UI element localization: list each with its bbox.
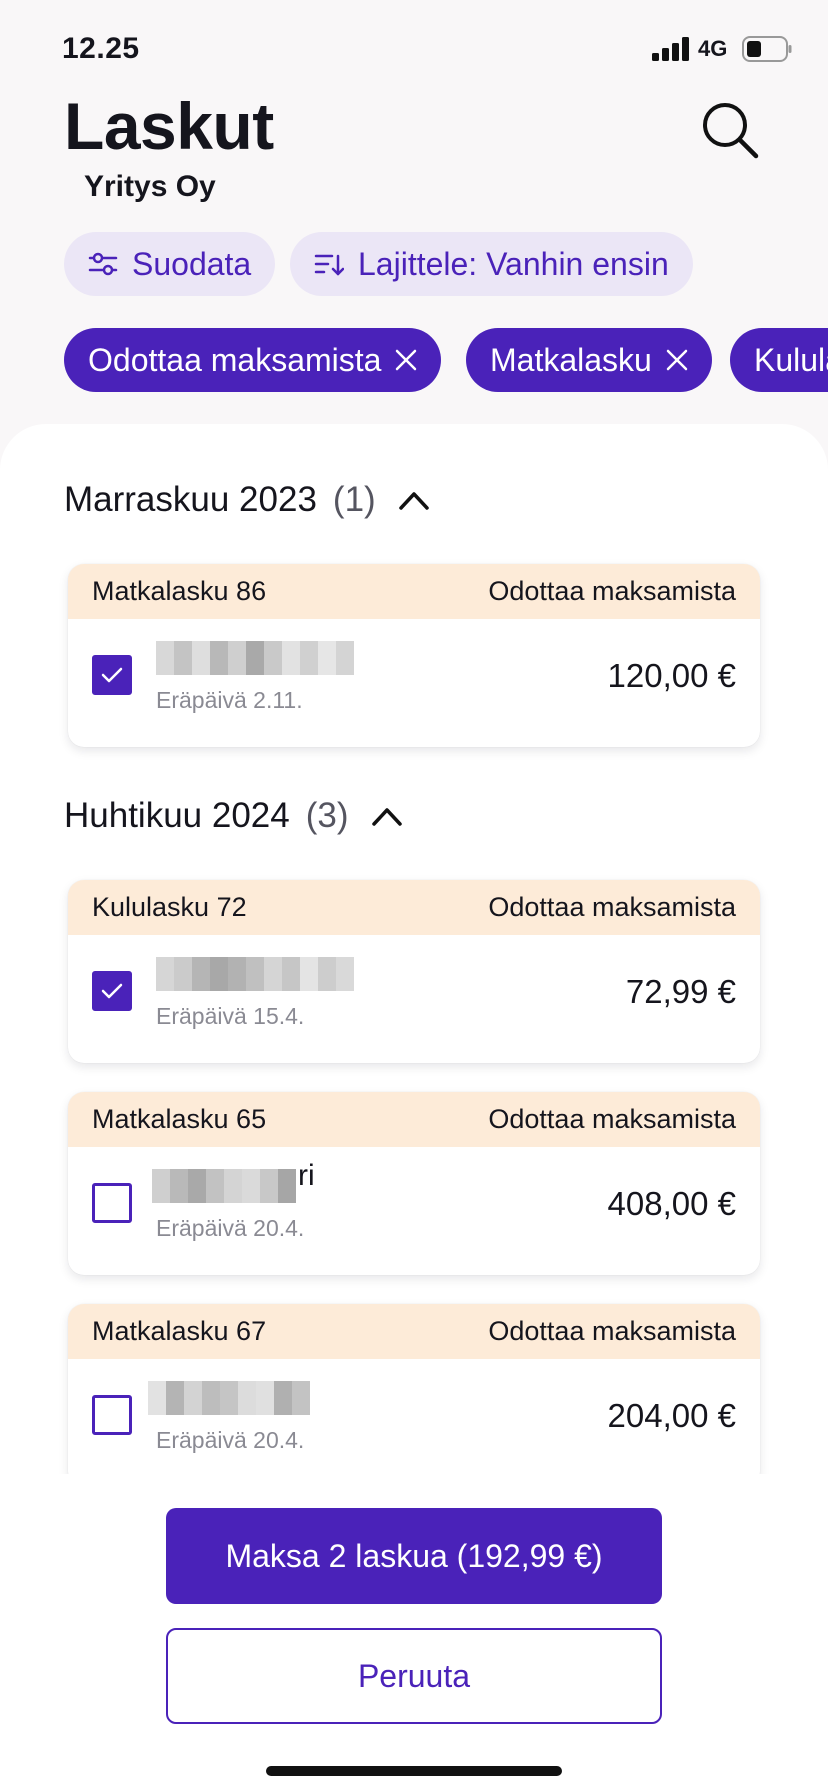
pay-button[interactable]: Maksa 2 laskua (192,99 €) [166,1508,662,1604]
redacted-name [148,1381,310,1415]
invoice-card[interactable]: Matkalasku 65 Odottaa maksamista ri Eräp… [68,1092,760,1275]
close-icon[interactable] [395,349,417,371]
invoice-card[interactable]: Kululasku 72 Odottaa maksamista Eräpäivä… [68,880,760,1063]
bottom-action-bar: Maksa 2 laskua (192,99 €) Peruuta [0,1474,828,1792]
invoice-title: Matkalasku 86 [92,576,267,606]
invoice-card-body: Eräpäivä 20.4. 204,00 € [68,1359,760,1487]
network-type: 4G [698,36,728,61]
sliders-icon [88,252,118,276]
month-group-header[interactable]: Huhtikuu 2024 (3) [64,796,403,836]
invoice-title: Matkalasku 65 [92,1104,267,1134]
chevron-up-icon [398,492,429,510]
battery-icon [742,36,792,62]
month-group-header[interactable]: Marraskuu 2023 (1) [64,480,430,520]
invoice-status: Odottaa maksamista [488,1104,736,1134]
chip-type-travel[interactable]: Matkalasku [466,328,712,392]
invoice-status: Odottaa maksamista [488,576,736,606]
invoice-due-date: Eräpäivä 2.11. [156,687,303,713]
invoice-card-body: ri Eräpäivä 20.4. 408,00 € [68,1147,760,1275]
invoice-checkbox[interactable] [92,1183,132,1223]
filter-label: Suodata [132,245,252,282]
chip-label: Kulula [754,341,828,378]
invoice-status: Odottaa maksamista [488,1316,736,1346]
status-time: 12.25 [62,32,140,65]
invoice-due-date: Eräpäivä 15.4. [156,1003,305,1029]
check-icon [101,667,123,683]
redacted-name [152,1169,296,1203]
invoice-amount: 408,00 € [607,1185,736,1222]
invoice-amount: 204,00 € [607,1397,736,1434]
redacted-name [156,957,354,991]
invoice-card-body: Eräpäivä 15.4. 72,99 € [68,935,760,1063]
invoice-card-body: Eräpäivä 2.11. 120,00 € [68,619,760,747]
company-name: Yritys Oy [84,170,216,203]
invoice-checkbox[interactable] [92,655,132,695]
invoice-amount: 120,00 € [607,657,736,694]
chip-label: Matkalasku [490,341,652,378]
invoice-card-header: Matkalasku 67 Odottaa maksamista [68,1304,760,1359]
invoice-checkbox[interactable] [92,971,132,1011]
invoice-card-header: Kululasku 72 Odottaa maksamista [68,880,760,935]
invoice-name-visible: ri [298,1159,315,1192]
chevron-up-icon [371,808,402,826]
filter-button[interactable]: Suodata [64,232,276,296]
month-count: (3) [305,796,349,835]
chip-type-expense[interactable]: Kulula [730,328,828,392]
cancel-button[interactable]: Peruuta [166,1628,662,1724]
redacted-name [156,641,354,675]
invoice-card-header: Matkalasku 65 Odottaa maksamista [68,1092,760,1147]
chip-label: Odottaa maksamista [88,341,382,378]
invoice-due-date: Eräpäivä 20.4. [156,1215,305,1241]
signal-icon [652,37,689,61]
sort-icon [314,254,344,276]
invoice-due-date: Eräpäivä 20.4. [156,1427,305,1453]
home-indicator[interactable] [266,1766,562,1776]
invoice-card[interactable]: Matkalasku 67 Odottaa maksamista Eräpäiv… [68,1304,760,1487]
sort-label: Lajittele: Vanhin ensin [358,245,669,282]
status-bar: 12.25 4G [0,0,828,90]
page-title: Laskut [64,89,274,163]
sort-button[interactable]: Lajittele: Vanhin ensin [290,232,693,296]
close-icon[interactable] [666,349,688,371]
chip-status[interactable]: Odottaa maksamista [64,328,442,392]
invoice-title: Matkalasku 67 [92,1316,267,1346]
invoice-amount: 72,99 € [625,973,736,1010]
search-icon [703,103,759,159]
invoice-card[interactable]: Matkalasku 86 Odottaa maksamista Eräpäiv… [68,564,760,747]
month-label: Marraskuu 2023 [64,480,317,519]
invoice-title: Kululasku 72 [92,892,247,922]
invoice-status: Odottaa maksamista [488,892,736,922]
invoice-checkbox[interactable] [92,1395,132,1435]
month-label: Huhtikuu 2024 [64,796,290,835]
search-button[interactable] [700,100,760,160]
invoice-card-header: Matkalasku 86 Odottaa maksamista [68,564,760,619]
month-count: (1) [332,480,376,519]
check-icon [101,983,123,999]
